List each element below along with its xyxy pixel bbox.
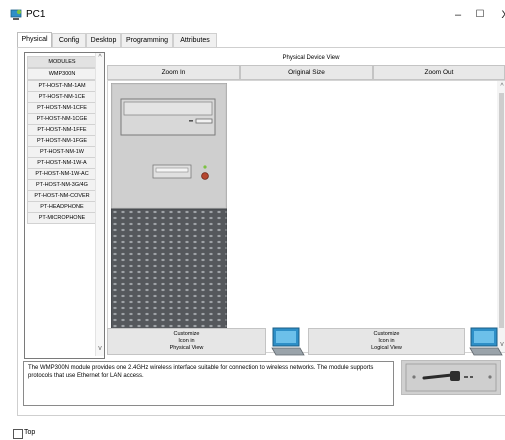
tab-config[interactable]: Config [52,33,86,47]
close-button[interactable]: X [494,5,505,25]
tab-physical[interactable]: Physical [17,32,52,48]
module-item-pt-microphone[interactable]: PT-MICROPHONE [27,212,97,224]
module-list-scrollbar[interactable]: ^ v [95,53,104,356]
customize-logical-line3: Logical View [371,345,402,351]
minimize-button[interactable]: – [447,5,469,25]
pc-icon-logical [469,327,503,356]
title-bar: PC1 – ☐ X [0,0,505,30]
pc-icon-physical [271,327,305,356]
module-description: The WMP300N module provides one 2.4GHz w… [23,361,394,406]
scroll-up-icon[interactable]: ^ [96,54,104,62]
tab-programming[interactable]: Programming [121,33,173,47]
maximize-button[interactable]: ☐ [469,5,491,25]
customize-physical-line3: Physical View [169,345,204,351]
tab-attributes[interactable]: Attributes [173,33,217,47]
original-size-button[interactable]: Original Size [240,65,373,80]
zoom-in-button[interactable]: Zoom In [107,65,240,80]
wmp300n-module-icon [405,363,497,392]
customize-physical-icon-button[interactable]: Customize Icon in Physical View [107,328,266,355]
module-list-header: MODULES [27,56,97,68]
view-scroll-up-icon[interactable]: ^ [498,83,505,91]
module-image [401,360,501,395]
module-list[interactable]: MODULES WMP300N PT-HOST-NM-1AM PT-HOST-N… [24,52,105,359]
module-item-wmp300n[interactable]: WMP300N [27,68,97,80]
customize-logical-line1: Customize [373,331,400,337]
top-checkbox[interactable] [13,429,23,439]
zoom-out-button[interactable]: Zoom Out [373,65,505,80]
physical-device-view[interactable]: ^ v [107,80,505,353]
tab-desktop[interactable]: Desktop [86,33,121,47]
physical-device-view-title: Physical Device View [282,55,340,61]
customize-physical-line1: Customize [173,331,200,337]
customize-physical-line2: Icon in [178,338,195,344]
top-checkbox-label: Top [24,429,36,436]
view-scrollbar[interactable]: ^ v [497,81,505,352]
window-title: PC1 [26,9,46,20]
app-icon [10,9,22,20]
customize-logical-line2: Icon in [378,338,395,344]
customize-logical-icon-button[interactable]: Customize Icon in Logical View [308,328,465,355]
device-window: PC1 – ☐ X Physical Config Desktop Progra… [0,0,505,440]
scroll-down-icon[interactable]: v [96,345,104,353]
view-scroll-thumb[interactable] [499,93,504,328]
pc-tower-image [111,83,227,351]
